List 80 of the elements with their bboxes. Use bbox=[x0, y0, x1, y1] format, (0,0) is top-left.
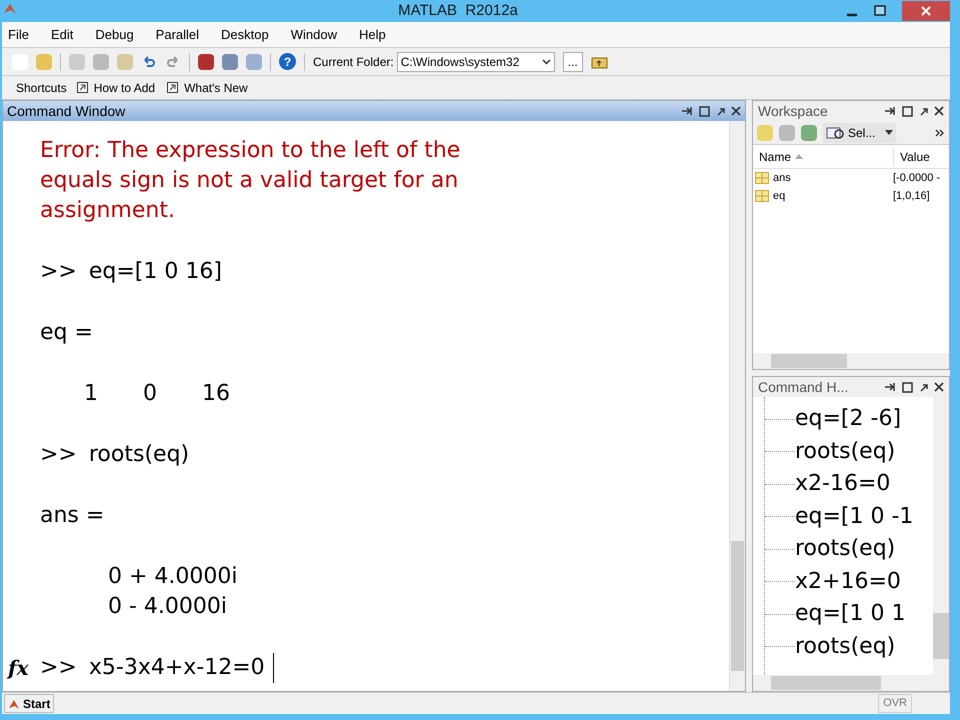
panel-title: Workspace bbox=[758, 102, 828, 121]
window-title: MATLAB R2012a bbox=[398, 0, 518, 21]
history-entry[interactable]: roots(eq) bbox=[795, 436, 896, 468]
app-logo-icon bbox=[3, 2, 17, 16]
current-folder-dropdown[interactable]: C:\Windows\system32 bbox=[396, 52, 555, 72]
output-text: ans = bbox=[40, 502, 104, 530]
menu-item[interactable]: Parallel bbox=[156, 24, 200, 44]
history-entry[interactable]: eq=[1 0 1 bbox=[795, 598, 906, 630]
menu-item[interactable]: Desktop bbox=[221, 24, 269, 44]
variable-icon bbox=[755, 190, 769, 202]
scrollbar[interactable] bbox=[729, 121, 745, 691]
close-button[interactable] bbox=[902, 1, 950, 21]
prompt-symbol: >> bbox=[40, 441, 77, 469]
matrix-value: 1 bbox=[84, 380, 99, 408]
command-input[interactable]: x5-3x4+x-12=0 bbox=[88, 653, 274, 683]
command-text: eq=[1 0 16] bbox=[88, 258, 222, 286]
magnifier-chart-icon bbox=[826, 126, 844, 140]
close-icon[interactable] bbox=[731, 106, 741, 116]
output-text: 0 - 4.0000i bbox=[108, 593, 228, 621]
menu-item[interactable]: Help bbox=[358, 24, 386, 44]
shortcut-icon bbox=[76, 82, 88, 93]
help-icon[interactable]: ? bbox=[279, 53, 296, 70]
shortcut-link[interactable]: What's New bbox=[184, 78, 248, 96]
dock-icon[interactable] bbox=[884, 106, 896, 116]
variable-name[interactable]: eq bbox=[773, 188, 786, 204]
maximize-icon[interactable] bbox=[874, 5, 886, 17]
panel-title: Command H... bbox=[758, 378, 848, 396]
menu-item[interactable]: Window bbox=[290, 24, 337, 44]
output-text: 0 + 4.0000i bbox=[108, 563, 238, 591]
shortcuts-label: Shortcuts bbox=[16, 80, 67, 96]
history-entry[interactable]: eq=[1 0 -1 bbox=[795, 500, 914, 533]
app-logo-icon bbox=[8, 698, 20, 710]
command-text: roots(eq) bbox=[88, 441, 190, 469]
close-icon[interactable] bbox=[934, 106, 944, 116]
maximize-icon[interactable] bbox=[699, 106, 710, 116]
browse-button[interactable]: ... bbox=[562, 52, 583, 72]
undock-icon[interactable] bbox=[919, 382, 928, 392]
menu-item[interactable]: File bbox=[8, 24, 29, 44]
menu-item[interactable]: Edit bbox=[50, 24, 74, 44]
current-folder-label: Current Folder: bbox=[313, 54, 394, 70]
shortcut-icon bbox=[167, 82, 178, 93]
close-icon[interactable] bbox=[934, 382, 944, 392]
matrix-value: 16 bbox=[202, 380, 231, 408]
output-text: eq = bbox=[40, 319, 93, 347]
scrollbar[interactable] bbox=[753, 353, 949, 369]
column-header[interactable]: Name bbox=[753, 148, 893, 166]
sort-up-icon bbox=[795, 154, 804, 159]
folder-up-icon[interactable] bbox=[590, 54, 608, 68]
function-icon[interactable]: fx bbox=[8, 653, 28, 683]
undock-icon[interactable] bbox=[919, 106, 928, 116]
scrollbar[interactable] bbox=[753, 675, 949, 691]
menu-item[interactable]: Debug bbox=[95, 24, 134, 44]
history-entry[interactable]: eq=[2 -6] bbox=[795, 403, 902, 436]
history-entry[interactable]: x2-16=0 bbox=[795, 468, 890, 500]
dock-icon[interactable] bbox=[884, 382, 896, 392]
prompt-symbol: >> bbox=[40, 654, 77, 682]
panel-title: Command Window bbox=[7, 102, 126, 120]
more-icon[interactable] bbox=[935, 128, 945, 136]
matrix-value: 0 bbox=[143, 380, 158, 408]
history-entry[interactable]: roots(eq) bbox=[795, 630, 896, 663]
history-entry[interactable]: x2+16=0 bbox=[795, 566, 901, 598]
variable-name[interactable]: ans bbox=[773, 170, 791, 186]
caret-icon bbox=[885, 130, 894, 135]
variable-value: [1,0,16] bbox=[893, 188, 930, 204]
column-header[interactable]: Value bbox=[893, 148, 949, 166]
history-entry[interactable]: roots(eq) bbox=[795, 533, 896, 566]
chevron-down-icon bbox=[542, 58, 551, 64]
shortcut-link[interactable]: How to Add bbox=[94, 78, 156, 96]
variable-icon bbox=[755, 172, 769, 184]
prompt-symbol: >> bbox=[40, 258, 77, 286]
variable-value: [-0.0000 - bbox=[893, 170, 940, 186]
close-icon bbox=[921, 6, 931, 16]
error-message: Error: The expression to the left of the equals sign is not a valid target for an assignment. bbox=[40, 137, 462, 225]
undock-icon[interactable] bbox=[716, 106, 725, 116]
maximize-icon[interactable] bbox=[902, 382, 913, 392]
maximize-icon[interactable] bbox=[902, 106, 913, 116]
dock-icon[interactable] bbox=[681, 106, 693, 116]
select-dropdown[interactable]: Sel... bbox=[823, 122, 896, 142]
start-button[interactable]: Start bbox=[4, 694, 54, 713]
overwrite-indicator: OVR bbox=[878, 694, 912, 713]
